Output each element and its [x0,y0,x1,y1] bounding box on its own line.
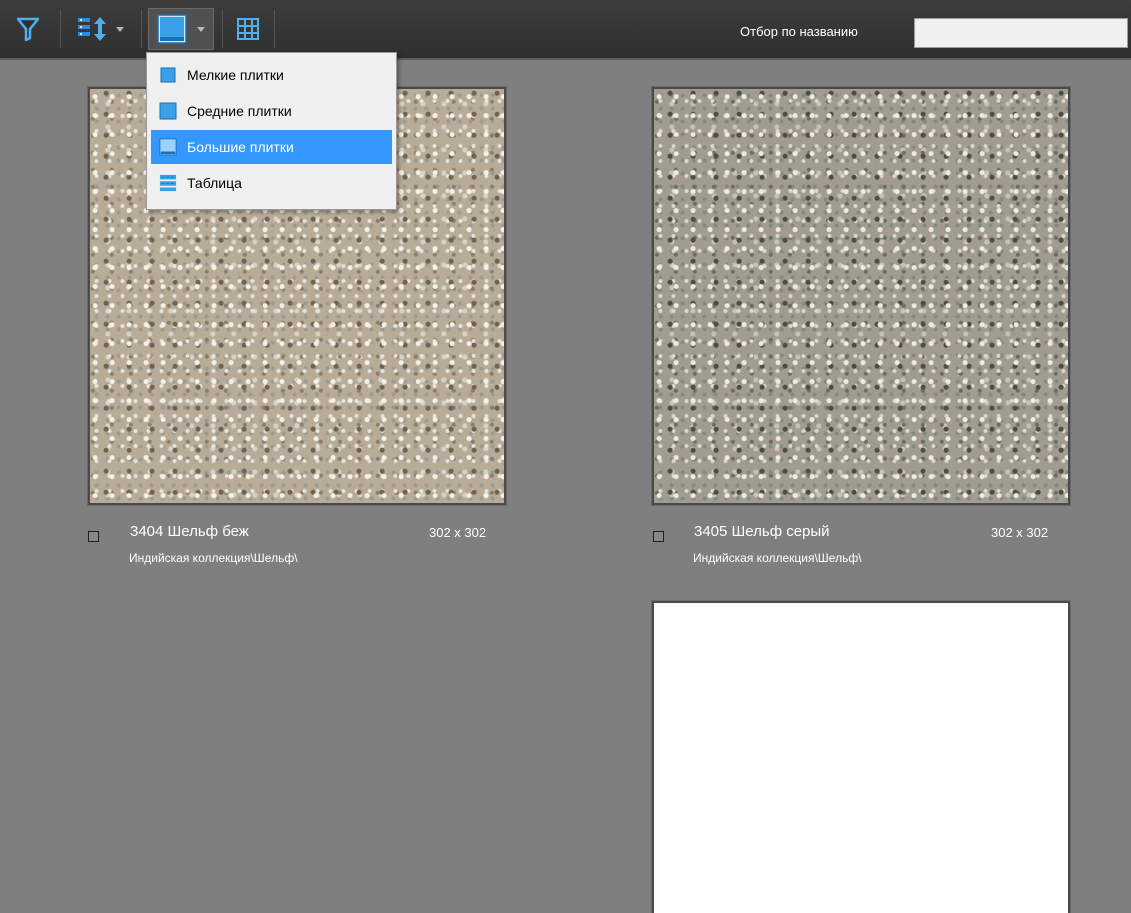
grid-icon [237,18,259,40]
toolbar-separator [222,10,223,48]
view-dropdown-caret-icon[interactable] [197,26,205,32]
sort-order-icon [78,17,106,41]
tile-size: 302 x 302 [991,525,1049,540]
view-mode-button[interactable] [148,8,214,50]
sort-dropdown-caret-icon[interactable] [116,26,124,32]
menu-item-label: Мелкие плитки [187,67,284,83]
tile-checkbox[interactable] [653,531,664,542]
small-tiles-icon [159,66,177,84]
grid-toggle-button[interactable] [230,8,266,50]
menu-item-large-tiles[interactable]: Большие плитки [151,130,392,164]
name-filter-label: Отбор по названию [740,24,858,39]
medium-tiles-icon [159,102,177,120]
tile-catalog-window: Отбор по названию 3404 Шельф беж 302 x 3… [0,0,1131,913]
name-filter-input[interactable] [914,18,1128,48]
menu-item-table[interactable]: Таблица [151,166,392,200]
toolbar: Отбор по названию [0,0,1131,60]
menu-item-medium-tiles[interactable]: Средние плитки [151,94,392,128]
sort-button[interactable] [68,8,132,50]
tile-size: 302 x 302 [429,525,487,540]
view-mode-menu: Мелкие плитки Средние плитки Большие пли… [146,52,397,210]
toolbar-separator [141,10,142,48]
filter-button[interactable] [10,8,46,50]
large-tiles-icon [159,138,177,156]
menu-item-label: Большие плитки [187,139,294,155]
tile-name: 3405 Шельф серый [694,523,830,540]
tile-checkbox[interactable] [88,531,99,542]
table-view-icon [159,174,177,192]
menu-item-label: Таблица [187,175,242,191]
toolbar-separator [274,10,275,48]
tile-image-3405[interactable] [652,87,1070,505]
menu-item-small-tiles[interactable]: Мелкие плитки [151,58,392,92]
large-tiles-view-icon [157,14,187,44]
menu-item-label: Средние плитки [187,103,292,119]
tile-path: Индийская коллекция\Шельф\ [129,551,298,565]
tile-name: 3404 Шельф беж [130,523,249,540]
tile-image-blank[interactable] [652,601,1070,913]
toolbar-separator [60,10,61,48]
tile-path: Индийская коллекция\Шельф\ [693,551,862,565]
filter-funnel-icon [17,17,39,41]
